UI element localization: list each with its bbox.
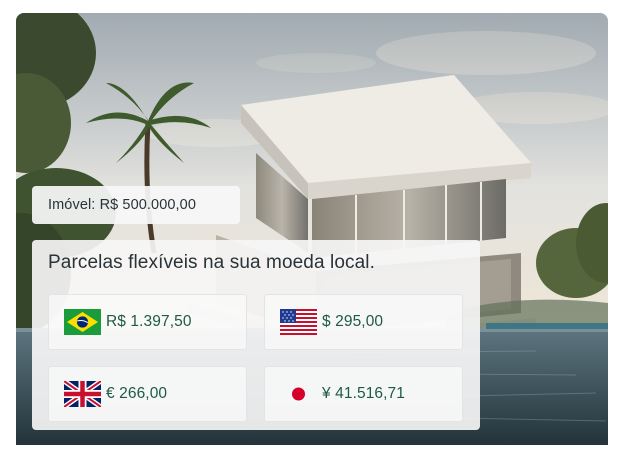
currency-eur-value: € 266,00 (106, 385, 168, 402)
usa-flag-icon (280, 309, 317, 335)
currency-usd-value: $ 295,00 (322, 313, 384, 330)
currency-jpy-card[interactable]: ¥ 41.516,71 (264, 366, 463, 422)
currency-jpy-value: ¥ 41.516,71 (322, 385, 405, 402)
japan-flag-icon (280, 381, 317, 407)
currency-usd-card[interactable]: $ 295,00 (264, 294, 463, 350)
brazil-flag-icon (64, 309, 101, 335)
uk-flag-icon (64, 381, 101, 407)
currency-eur-card[interactable]: € 266,00 (48, 366, 247, 422)
installments-panel: Parcelas flexíveis na sua moeda local. R… (32, 240, 480, 430)
property-price-label: Imóvel: R$ 500.000,00 (48, 197, 196, 213)
currency-brl-value: R$ 1.397,50 (106, 313, 192, 330)
currency-brl-card[interactable]: R$ 1.397,50 (48, 294, 247, 350)
property-price-tag: Imóvel: R$ 500.000,00 (32, 186, 240, 224)
installments-title: Parcelas flexíveis na sua moeda local. (48, 252, 375, 273)
